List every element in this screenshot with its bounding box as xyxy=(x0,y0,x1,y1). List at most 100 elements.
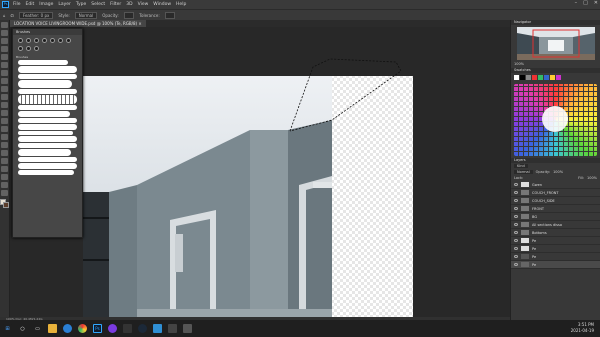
menu-image[interactable]: Image xyxy=(39,2,53,7)
brush-preset[interactable] xyxy=(26,46,31,51)
opacity-field[interactable] xyxy=(123,11,135,19)
color-swatches-icon[interactable] xyxy=(0,199,9,208)
brush-stroke-preview[interactable] xyxy=(18,131,73,135)
feather-field[interactable]: Feather: 0 px xyxy=(18,11,54,19)
app-icon[interactable] xyxy=(183,324,192,333)
file-explorer-icon[interactable] xyxy=(48,324,57,333)
fill-value[interactable]: 100% xyxy=(587,176,597,180)
brush-preset[interactable] xyxy=(34,38,39,43)
eye-icon[interactable] xyxy=(514,207,518,210)
hand-tool-icon[interactable] xyxy=(1,174,8,180)
app-icon[interactable] xyxy=(168,324,177,333)
brush-preset[interactable] xyxy=(18,46,23,51)
frame-tool-icon[interactable] xyxy=(1,62,8,68)
layer-row[interactable]: All sections disso xyxy=(511,221,600,229)
stamp-tool-icon[interactable] xyxy=(1,94,8,100)
brush-preset[interactable] xyxy=(50,38,55,43)
menu-select[interactable]: Select xyxy=(91,2,105,7)
maximize-button[interactable]: □ xyxy=(583,0,588,6)
brush-stroke-preview[interactable] xyxy=(18,157,77,162)
app-icon[interactable] xyxy=(108,324,117,333)
brush-preset[interactable] xyxy=(18,38,23,43)
menu-file[interactable]: File xyxy=(13,2,21,7)
more-tools-icon[interactable] xyxy=(1,190,8,196)
quick-select-tool-icon[interactable] xyxy=(1,46,8,52)
swatch[interactable] xyxy=(556,75,561,80)
lasso-tool-icon[interactable] xyxy=(1,38,8,44)
layers-kind-filter[interactable]: Kind xyxy=(514,164,528,168)
menu-window[interactable]: Window xyxy=(153,2,171,7)
opacity-value[interactable]: 100% xyxy=(553,170,563,174)
layer-row[interactable]: Gwen xyxy=(511,181,600,189)
brush-preset[interactable] xyxy=(58,38,63,43)
brush-stroke-preview[interactable] xyxy=(18,89,77,94)
brush-stroke-preview[interactable] xyxy=(18,74,77,79)
photoshop-taskbar-icon[interactable]: Ps xyxy=(93,324,102,333)
navigator-thumbnail[interactable] xyxy=(517,27,595,60)
brush-stroke-preview[interactable] xyxy=(18,111,70,117)
layer-row[interactable]: Pe xyxy=(511,245,600,253)
brush-stroke-preview[interactable] xyxy=(18,60,68,65)
app-icon[interactable] xyxy=(153,324,162,333)
swatch[interactable] xyxy=(532,75,537,80)
menu-type[interactable]: Type xyxy=(76,2,86,7)
brush-stroke-preview[interactable] xyxy=(18,170,74,175)
blur-tool-icon[interactable] xyxy=(1,126,8,132)
brush-group-label[interactable]: Brushes xyxy=(13,55,82,59)
home-icon[interactable]: ⌂ xyxy=(3,13,6,18)
zoom-tool-icon[interactable] xyxy=(1,182,8,188)
menu-edit[interactable]: Edit xyxy=(26,2,35,7)
menu-help[interactable]: Help xyxy=(176,2,186,7)
swatch[interactable] xyxy=(544,75,549,80)
windows-start-icon[interactable]: ⊞ xyxy=(3,324,12,333)
minimize-button[interactable]: – xyxy=(575,0,578,6)
brush-stroke-preview[interactable] xyxy=(18,66,77,73)
eye-icon[interactable] xyxy=(514,239,518,242)
search-icon[interactable]: ○ xyxy=(18,324,27,333)
brush-stroke-preview[interactable] xyxy=(18,105,77,110)
document-canvas[interactable] xyxy=(10,27,510,317)
swatch[interactable] xyxy=(514,75,519,80)
brush-stroke-preview[interactable] xyxy=(18,80,72,88)
tolerance-field[interactable] xyxy=(164,11,176,19)
layer-row[interactable]: BG xyxy=(511,213,600,221)
crop-tool-icon[interactable] xyxy=(1,54,8,60)
swatch[interactable] xyxy=(550,75,555,80)
swatch[interactable] xyxy=(538,75,543,80)
type-tool-icon[interactable] xyxy=(1,150,8,156)
healing-tool-icon[interactable] xyxy=(1,78,8,84)
eye-icon[interactable] xyxy=(514,263,518,266)
eye-icon[interactable] xyxy=(514,223,518,226)
brush-stroke-preview[interactable] xyxy=(18,149,71,156)
brush-stroke-preview[interactable] xyxy=(18,118,77,123)
brush-stroke-preview[interactable] xyxy=(18,163,77,169)
edge-icon[interactable] xyxy=(63,324,72,333)
navigator-title[interactable]: Navigator xyxy=(511,20,600,25)
close-button[interactable]: ✕ xyxy=(594,0,598,6)
layer-row[interactable]: FRONT xyxy=(511,205,600,213)
gradient-tool-icon[interactable] xyxy=(1,118,8,124)
layer-row[interactable]: Pe xyxy=(511,253,600,261)
eye-icon[interactable] xyxy=(514,255,518,258)
brush-preset[interactable] xyxy=(42,38,47,43)
layer-row-selected[interactable]: Pe xyxy=(511,261,600,269)
layer-row[interactable]: COUCH_FRONT xyxy=(511,189,600,197)
eyedropper-tool-icon[interactable] xyxy=(1,70,8,76)
navigator-zoom[interactable]: 100% xyxy=(511,62,600,66)
steam-icon[interactable] xyxy=(138,324,147,333)
menu-layer[interactable]: Layer xyxy=(58,2,71,7)
layer-row[interactable]: Pe xyxy=(511,237,600,245)
brush-stroke-preview[interactable] xyxy=(18,143,77,148)
swatch[interactable] xyxy=(520,75,525,80)
menu-3d[interactable]: 3D xyxy=(126,2,132,7)
layer-row[interactable]: Bottoms xyxy=(511,229,600,237)
brush-tool-icon[interactable] xyxy=(1,86,8,92)
color-wheel[interactable] xyxy=(514,84,597,156)
shape-tool-icon[interactable] xyxy=(1,166,8,172)
history-brush-tool-icon[interactable] xyxy=(1,102,8,108)
brush-preset[interactable] xyxy=(26,38,31,43)
taskbar-clock[interactable]: 3:51 PM 2021-04-19 xyxy=(571,322,594,334)
blend-mode-select[interactable]: Normal xyxy=(514,170,533,174)
eye-icon[interactable] xyxy=(514,247,518,250)
dodge-tool-icon[interactable] xyxy=(1,134,8,140)
